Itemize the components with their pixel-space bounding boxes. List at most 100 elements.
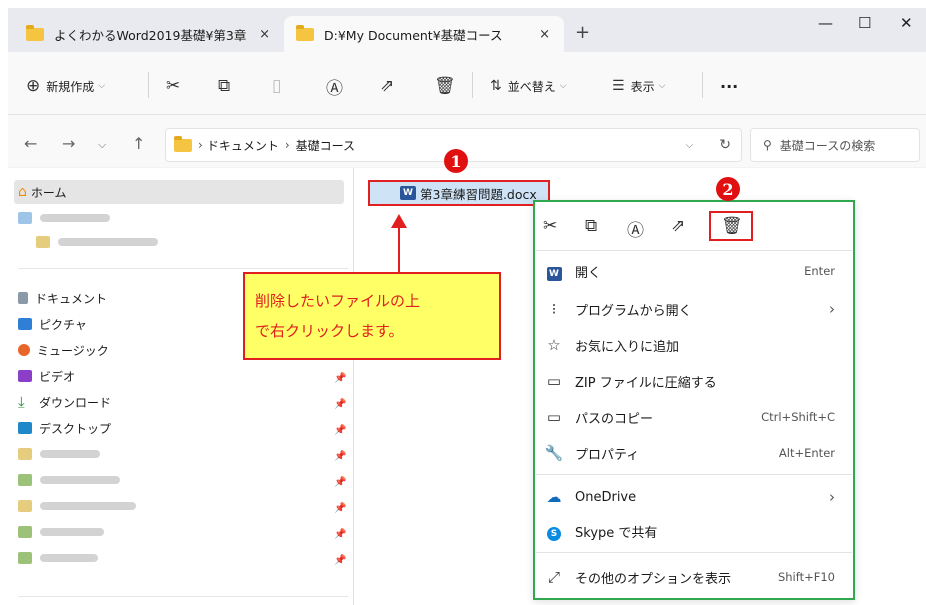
nav-item-blurred[interactable] — [18, 468, 120, 492]
pin-icon[interactable]: 📌 — [334, 503, 346, 514]
nav-item-videos[interactable]: ビデオ — [18, 364, 75, 388]
blurred-icon — [18, 212, 32, 224]
open-with-icon: ⁝ — [551, 300, 557, 318]
breadcrumb-documents[interactable]: ドキュメント — [207, 137, 279, 154]
menu-item-more-options[interactable]: ⤢ その他のオプションを表示 Shift+F10 — [539, 562, 849, 592]
breadcrumb-kiso-course[interactable]: 基礎コース — [296, 137, 355, 154]
home-icon: ⌂ — [18, 184, 27, 200]
up-arrow-icon[interactable]: ↑ — [132, 134, 145, 153]
wrench-icon: 🔧 — [544, 444, 564, 462]
menu-item-open[interactable]: W 開く Enter — [539, 256, 849, 286]
pin-icon[interactable]: 📌 — [334, 477, 346, 488]
sort-button[interactable]: ⇅ 並べ替え ⌵ — [490, 74, 567, 98]
nav-item-music[interactable]: ミュージック — [18, 338, 109, 362]
more-options-button[interactable]: ··· — [720, 74, 738, 98]
nav-item-blurred[interactable] — [18, 206, 110, 230]
nav-item-blurred[interactable] — [36, 230, 158, 254]
nav-item-label: ホーム — [30, 185, 67, 200]
copy-icon[interactable]: ⧉ — [585, 216, 597, 236]
nav-item-blurred[interactable] — [18, 442, 100, 466]
menu-item-shortcut: Shift+F10 — [777, 570, 835, 584]
nav-item-blurred[interactable] — [18, 494, 136, 518]
address-dropdown-icon[interactable]: ⌵ — [686, 140, 694, 151]
pin-icon[interactable]: 📌 — [334, 425, 346, 436]
instruction-callout: 削除したいファイルの上 で右クリックします。 — [243, 272, 501, 360]
cut-icon[interactable]: ✂ — [166, 74, 180, 98]
blurred-label — [40, 214, 110, 222]
pin-icon[interactable]: 📌 — [334, 399, 346, 410]
menu-item-label: パスのコピー — [575, 411, 654, 427]
nav-item-desktop[interactable]: デスクトップ — [18, 416, 111, 440]
refresh-icon[interactable]: ↻ — [719, 137, 731, 153]
cut-icon[interactable]: ✂ — [543, 216, 557, 236]
pin-icon[interactable]: 📌 — [334, 451, 346, 462]
tab-close-button[interactable]: × — [539, 27, 550, 42]
tab-word-chapter3[interactable]: よくわかるWord2019基礎¥第3章 × — [14, 16, 284, 52]
search-box[interactable]: ⚲ 基礎コースの検索 — [750, 128, 920, 162]
delete-icon[interactable]: 🗑 — [434, 74, 456, 98]
nav-item-home[interactable]: ⌂ ホーム — [14, 180, 344, 204]
search-icon: ⚲ — [763, 138, 772, 152]
share-icon[interactable]: ⇗ — [380, 74, 394, 98]
recent-locations-chevron-icon[interactable]: ⌵ — [98, 138, 106, 152]
menu-item-add-favorites[interactable]: ☆ お気に入りに追加 — [539, 330, 849, 360]
blurred-icon — [18, 526, 32, 538]
menu-item-compress-zip[interactable]: ▭ ZIP ファイルに圧縮する — [539, 366, 849, 396]
nav-item-label: ピクチャ — [39, 317, 87, 332]
rename-icon[interactable]: Ⓐ — [627, 216, 644, 241]
new-button[interactable]: ⊕ 新規作成 ⌵ — [26, 74, 105, 98]
video-icon — [18, 370, 32, 382]
view-button[interactable]: ☰ 表示 ⌵ — [612, 74, 665, 98]
menu-item-properties[interactable]: 🔧 プロパティ Alt+Enter — [539, 438, 849, 468]
menu-item-shortcut: Enter — [804, 264, 835, 278]
maximize-button[interactable]: ☐ — [858, 14, 871, 32]
nav-item-blurred[interactable] — [18, 546, 98, 570]
menu-item-skype-share[interactable]: S Skype で共有 — [539, 516, 849, 546]
onedrive-cloud-icon: ☁ — [546, 488, 562, 506]
nav-item-downloads[interactable]: ⤓ ダウンロード — [18, 390, 111, 414]
picture-icon — [18, 318, 32, 330]
menu-item-onedrive[interactable]: ☁ OneDrive › — [539, 482, 849, 512]
command-bar — [8, 52, 926, 115]
menu-item-open-with[interactable]: ⁝ プログラムから開く › — [539, 294, 849, 324]
blurred-label — [40, 476, 120, 484]
annotation-arrow — [398, 226, 400, 272]
paste-icon[interactable]: ▯ — [272, 74, 281, 98]
menu-divider — [536, 474, 852, 475]
menu-item-copy-path[interactable]: ▭ パスのコピー Ctrl+Shift+C — [539, 402, 849, 432]
close-window-button[interactable]: ✕ — [900, 14, 913, 32]
file-item-selected[interactable]: W 第3章練習問題.docx — [368, 180, 550, 206]
tab-label: D:¥My Document¥基礎コース — [324, 27, 503, 43]
rename-icon[interactable]: Ⓐ — [326, 74, 343, 99]
tab-close-button[interactable]: × — [259, 27, 270, 42]
tab-label: よくわかるWord2019基礎¥第3章 — [54, 27, 247, 43]
delete-highlight-box — [709, 211, 753, 241]
pin-icon[interactable]: 📌 — [334, 373, 346, 384]
nav-item-documents[interactable]: ドキュメント — [18, 286, 107, 310]
menu-item-label: ZIP ファイルに圧縮する — [575, 375, 717, 391]
blurred-label — [40, 450, 100, 458]
minimize-button[interactable]: — — [818, 14, 833, 32]
forward-arrow-icon[interactable]: → — [62, 134, 75, 153]
tab-kiso-course[interactable]: D:¥My Document¥基礎コース × — [284, 16, 564, 52]
submenu-chevron-icon: › — [829, 300, 835, 318]
chevron-down-icon: ⌵ — [559, 81, 567, 91]
new-tab-button[interactable]: + — [575, 22, 590, 43]
skype-icon: S — [543, 522, 565, 541]
nav-item-label: ビデオ — [39, 369, 76, 384]
breadcrumb-separator-icon: › — [284, 138, 290, 152]
share-icon[interactable]: ⇗ — [671, 216, 685, 236]
pin-icon[interactable]: 📌 — [334, 529, 346, 540]
sort-icon: ⇅ — [490, 78, 502, 94]
back-arrow-icon[interactable]: ← — [24, 134, 37, 153]
nav-item-blurred[interactable] — [18, 520, 104, 544]
copy-icon[interactable]: ⧉ — [218, 74, 230, 98]
menu-item-label: その他のオプションを表示 — [575, 571, 732, 587]
nav-divider — [18, 596, 348, 597]
blurred-label — [40, 554, 98, 562]
menu-item-label: 開く — [575, 265, 602, 281]
nav-item-pictures[interactable]: ピクチャ — [18, 312, 87, 336]
menu-item-label: お気に入りに追加 — [575, 339, 680, 355]
pin-icon[interactable]: 📌 — [334, 555, 346, 566]
submenu-chevron-icon: › — [829, 488, 835, 506]
